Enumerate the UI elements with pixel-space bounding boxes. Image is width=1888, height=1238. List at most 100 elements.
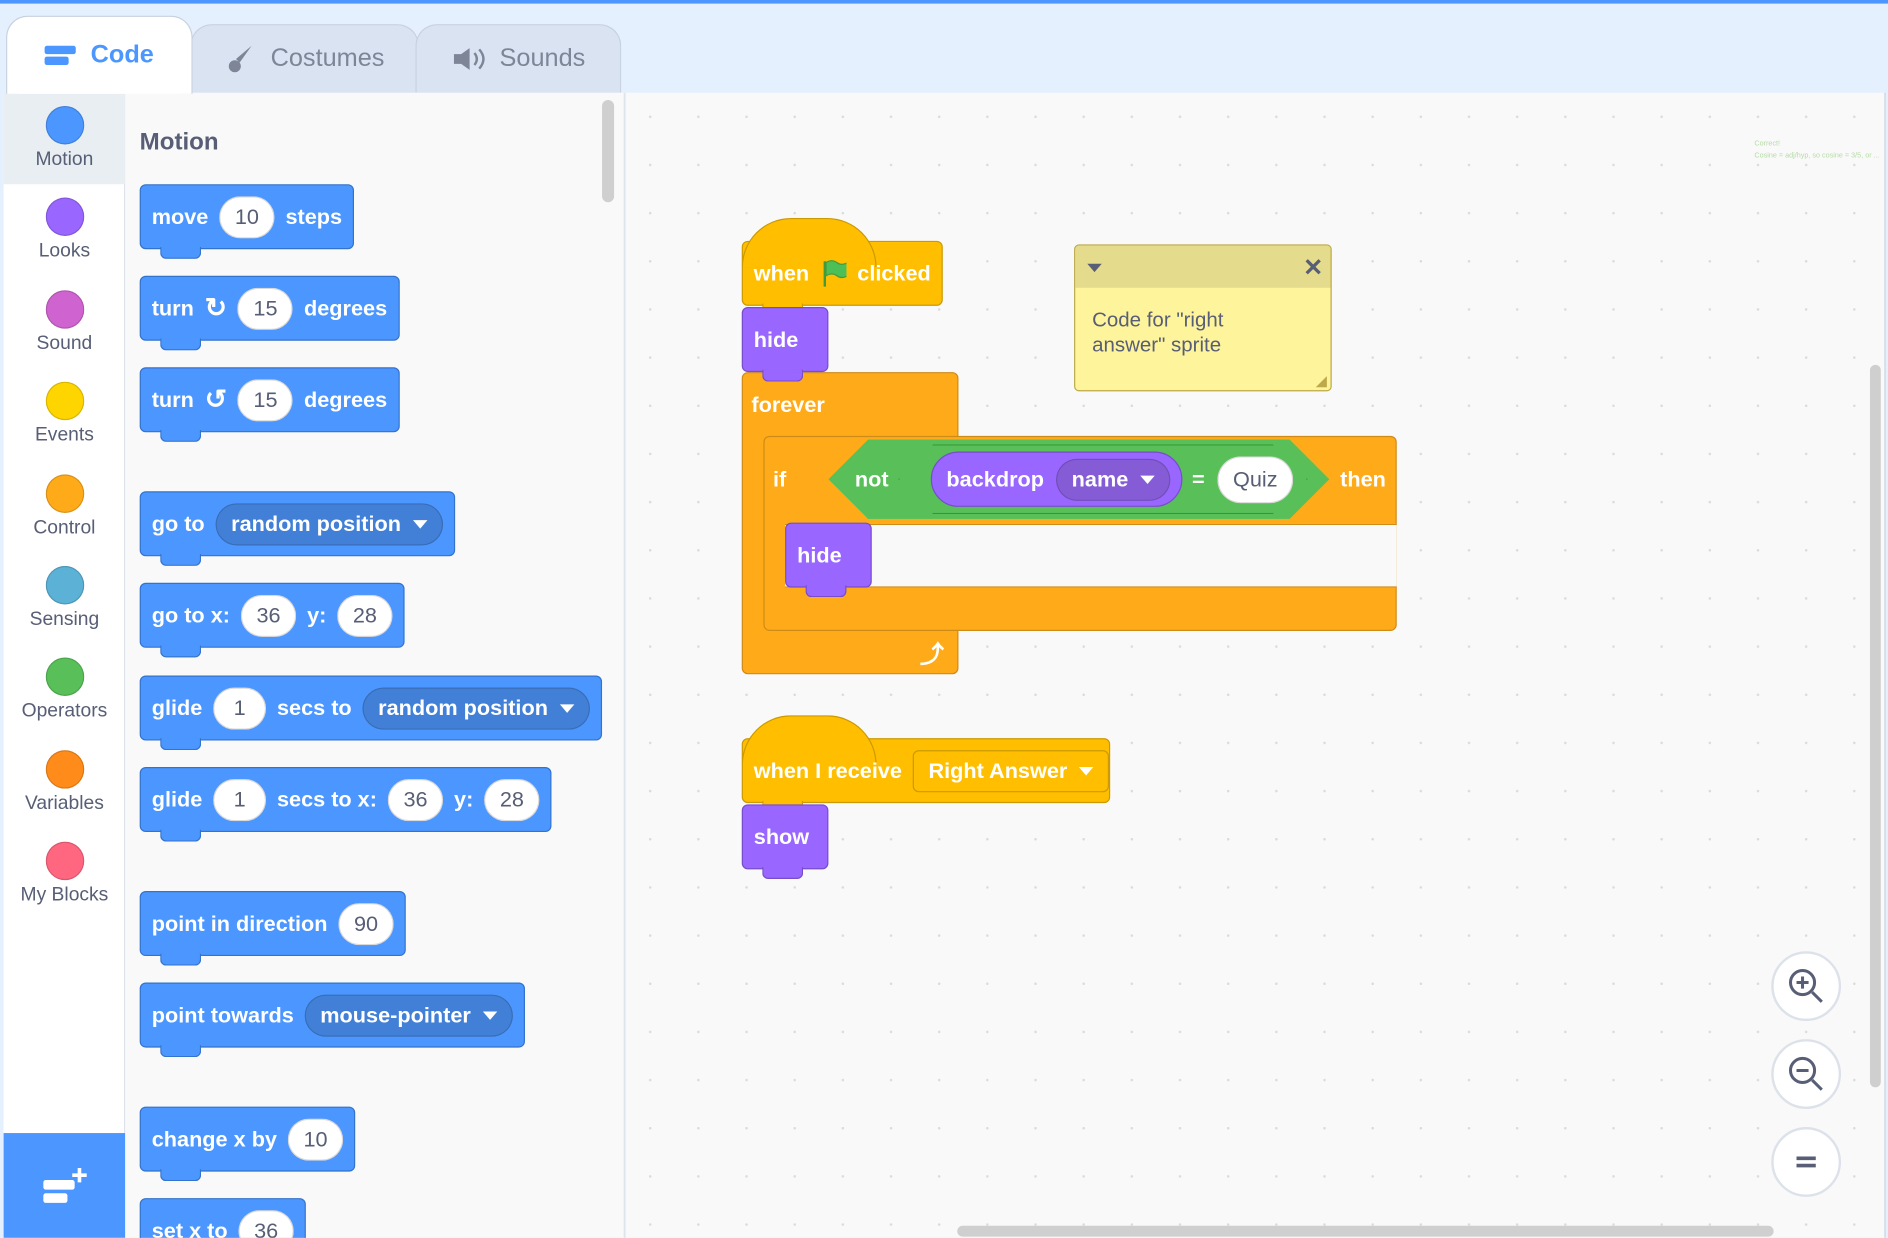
equals-sign: =: [1192, 467, 1205, 492]
target-dropdown[interactable]: random position: [362, 686, 591, 730]
secs-input[interactable]: 1: [213, 778, 267, 821]
backdrop-property-dropdown[interactable]: name: [1056, 458, 1171, 501]
zoom-in-button[interactable]: [1771, 951, 1842, 1022]
delete-comment-icon[interactable]: ✕: [1303, 253, 1323, 283]
set-x-block[interactable]: set x to 36: [139, 1198, 306, 1238]
script-workspace[interactable]: Correct! Cosine = adj/hyp, so cosine = 3/…: [626, 92, 1886, 1238]
zoom-in-icon: [1788, 968, 1823, 1003]
zoom-out-button[interactable]: [1771, 1039, 1842, 1109]
dropdown-arrow-icon: [412, 519, 428, 528]
green-flag-icon: [823, 260, 847, 287]
category-variables[interactable]: Variables: [4, 737, 126, 829]
category-motion[interactable]: Motion: [3, 92, 126, 185]
comment-note[interactable]: ✕ Code for "right answer" sprite ◢: [1074, 244, 1332, 392]
turn-left-block[interactable]: turn ↺ 15 degrees: [139, 367, 400, 442]
resize-handle-icon[interactable]: ◢: [1316, 372, 1327, 389]
when-i-receive-block[interactable]: when I receive Right Answer: [741, 715, 1111, 813]
change-x-block[interactable]: change x by 10: [139, 1106, 356, 1182]
tab-code[interactable]: Code: [6, 15, 193, 94]
category-menu: Motion Looks Sound Events Control Sensing Oper…: [3, 92, 126, 1238]
loop-arrow-icon: ⤴: [919, 641, 945, 669]
point-direction-block[interactable]: point in direction 90: [139, 891, 406, 966]
collapse-comment-icon[interactable]: [1087, 263, 1102, 273]
category-dot-icon: [45, 105, 84, 145]
category-dot-icon: [45, 381, 84, 421]
secs-input[interactable]: 1: [213, 686, 267, 730]
category-label: Operators: [21, 701, 108, 722]
speaker-icon: [453, 48, 485, 70]
direction-input[interactable]: 90: [338, 902, 394, 945]
category-my-blocks[interactable]: My Blocks: [4, 829, 126, 921]
rotate-left-icon: ↺: [204, 384, 227, 415]
category-control[interactable]: Control: [4, 461, 126, 553]
top-accent-bar: [0, 0, 1888, 4]
go-to-xy-block[interactable]: go to x: 36 y: 28: [139, 582, 405, 658]
code-icon: [44, 45, 77, 66]
dropdown-arrow-icon: [559, 703, 575, 713]
horizontal-scrollbar[interactable]: [957, 1225, 1774, 1237]
category-dot-icon: [45, 657, 84, 697]
category-dot-icon: [45, 473, 84, 513]
block-palette: Motion move 10 steps turn ↻ 15 degrees turn ↺ 1…: [125, 92, 625, 1238]
add-extension-icon: [42, 1167, 87, 1203]
dropdown-arrow-icon: [1079, 766, 1094, 775]
zoom-reset-icon: [1796, 1156, 1816, 1168]
category-label: Variables: [24, 793, 104, 814]
category-dot-icon: [45, 565, 84, 605]
y-input[interactable]: 28: [484, 778, 540, 821]
y-input[interactable]: 28: [337, 594, 393, 637]
x-input[interactable]: 36: [240, 594, 297, 637]
x-input[interactable]: 36: [387, 778, 444, 821]
glide-to-xy-block[interactable]: glide 1 secs to x: 36 y: 28: [139, 767, 552, 842]
comment-text[interactable]: Code for "right answer" sprite: [1075, 288, 1268, 377]
go-to-block[interactable]: go to random position: [139, 491, 456, 566]
category-dot-icon: [45, 749, 84, 789]
category-label: Motion: [35, 149, 94, 170]
category-label: Events: [34, 425, 94, 446]
category-label: My Blocks: [20, 885, 109, 906]
tab-sounds[interactable]: Sounds: [415, 24, 622, 93]
glide-to-block[interactable]: glide 1 secs to random position: [139, 675, 603, 751]
degrees-input[interactable]: 15: [237, 287, 294, 330]
when-flag-clicked-block[interactable]: when clicked: [741, 217, 943, 316]
dropdown-arrow-icon: [1140, 475, 1155, 484]
backdrop-name-reporter[interactable]: backdrop name: [930, 451, 1183, 507]
forever-label: forever: [751, 392, 825, 417]
hide-block[interactable]: hide: [741, 307, 829, 382]
message-dropdown[interactable]: Right Answer: [912, 749, 1110, 792]
target-dropdown[interactable]: random position: [215, 502, 444, 545]
steps-input[interactable]: 10: [219, 195, 275, 238]
move-steps-block[interactable]: move 10 steps: [139, 184, 355, 259]
hide-block-inner[interactable]: hide: [785, 522, 872, 598]
degrees-input[interactable]: 15: [237, 378, 294, 421]
category-label: Looks: [38, 241, 91, 262]
tab-label: Costumes: [270, 44, 385, 73]
zoom-reset-button[interactable]: [1771, 1127, 1842, 1197]
show-block[interactable]: show: [741, 804, 829, 879]
palette-scrollbar[interactable]: [602, 99, 615, 203]
x-input[interactable]: 36: [238, 1209, 294, 1238]
category-label: Sound: [36, 333, 93, 354]
x-change-input[interactable]: 10: [287, 1118, 344, 1161]
if-label: if: [773, 467, 787, 492]
turn-right-block[interactable]: turn ↻ 15 degrees: [139, 275, 400, 351]
add-extension-button[interactable]: [3, 1133, 126, 1238]
category-dot-icon: [45, 841, 84, 881]
then-label: then: [1340, 467, 1386, 492]
category-events[interactable]: Events: [4, 369, 126, 461]
vertical-scrollbar[interactable]: [1869, 364, 1881, 1088]
tab-costumes[interactable]: Costumes: [190, 24, 420, 93]
comment-header[interactable]: ✕: [1075, 245, 1331, 288]
brush-icon: [228, 45, 252, 73]
category-operators[interactable]: Operators: [4, 645, 126, 737]
tab-label: Code: [90, 40, 154, 69]
category-sensing[interactable]: Sensing: [4, 553, 126, 645]
category-looks[interactable]: Looks: [4, 185, 126, 277]
point-towards-block[interactable]: point towards mouse-pointer: [139, 982, 526, 1058]
quiz-input[interactable]: Quiz: [1217, 456, 1294, 504]
tab-label: Sounds: [499, 44, 586, 73]
dropdown-arrow-icon: [482, 1010, 498, 1020]
category-sound[interactable]: Sound: [4, 277, 126, 369]
zoom-out-icon: [1788, 1056, 1823, 1091]
target-dropdown[interactable]: mouse-pointer: [304, 993, 513, 1037]
